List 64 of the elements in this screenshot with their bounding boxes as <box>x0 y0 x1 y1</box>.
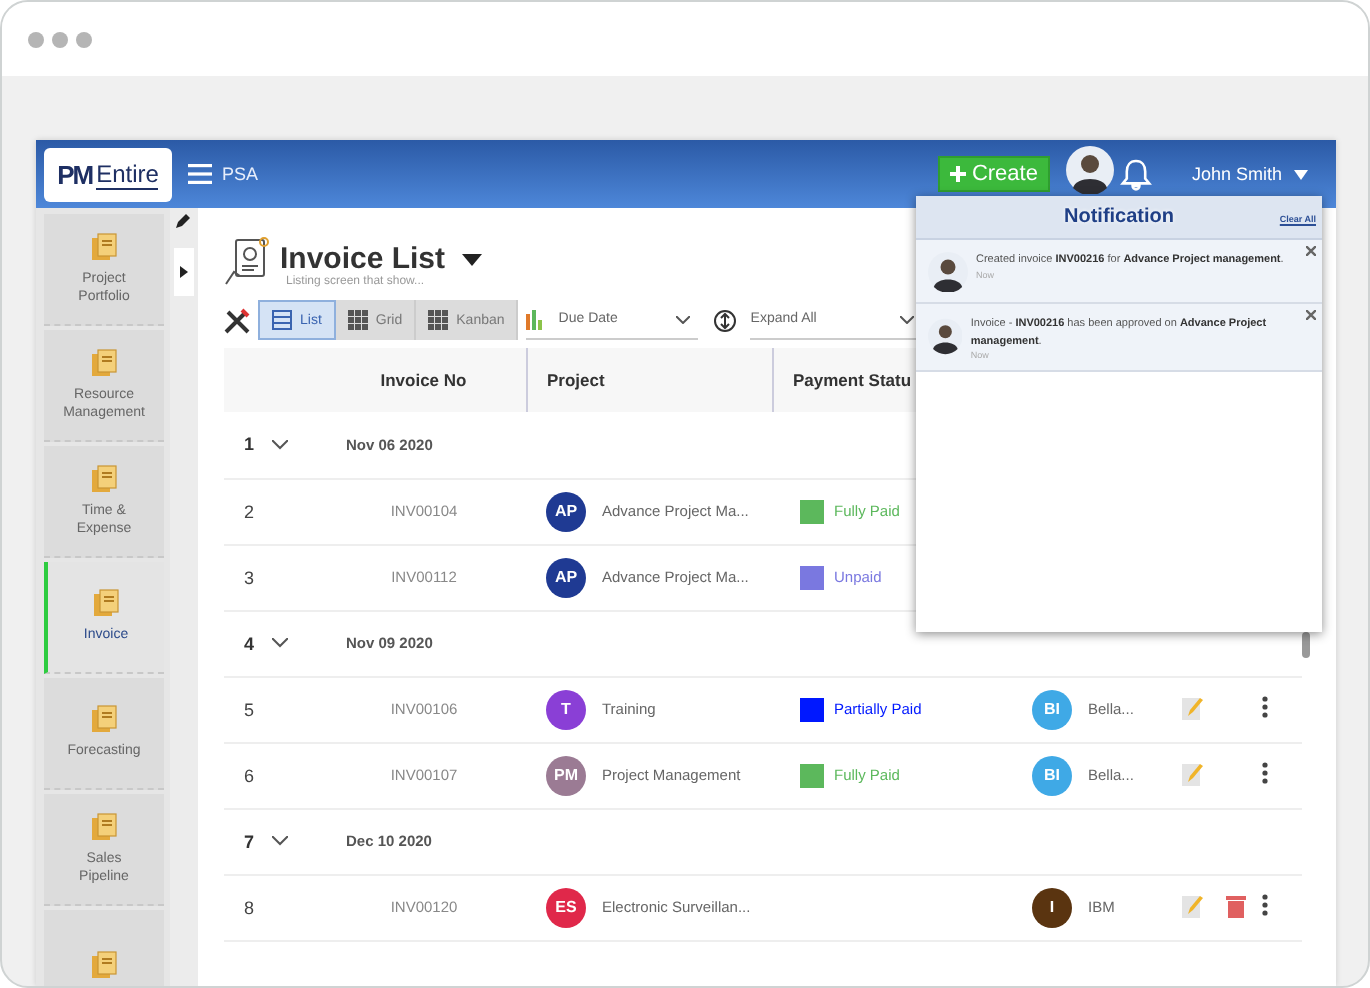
more-icon[interactable] <box>1262 696 1268 718</box>
pencil-icon[interactable] <box>176 212 192 228</box>
window-dot <box>28 31 44 47</box>
triangle-icon <box>180 266 188 278</box>
invoice-icon <box>224 236 272 288</box>
plus-icon <box>949 166 966 182</box>
initials-avatar: AP <box>546 557 586 597</box>
caret-icon <box>1294 169 1308 179</box>
more-icon[interactable] <box>1262 762 1268 784</box>
panel-title: Notification <box>1064 206 1174 228</box>
expand-handle[interactable] <box>174 248 194 296</box>
column-header[interactable]: Payment Statu <box>793 370 912 390</box>
initials-avatar: PM <box>546 755 586 795</box>
close-icon[interactable] <box>1306 246 1316 256</box>
document-icon <box>90 588 122 619</box>
grid-icon <box>347 310 368 330</box>
row-number: 4 <box>244 633 255 653</box>
initials-avatar: BI <box>1032 755 1072 795</box>
row-number: 8 <box>244 897 255 917</box>
chevron-icon[interactable] <box>272 439 288 450</box>
row-number: 1 <box>244 434 255 455</box>
list-icon <box>272 310 292 330</box>
page-title: Invoice List <box>280 242 446 276</box>
chevron-icon <box>900 315 915 323</box>
window-dot <box>52 31 68 47</box>
chevron-icon <box>676 315 691 323</box>
chevron-icon[interactable] <box>272 638 288 648</box>
column-header[interactable]: Project <box>547 370 605 390</box>
initials-avatar: I <box>1032 887 1072 927</box>
grid-icon <box>428 310 449 330</box>
initials-avatar: T <box>546 689 586 729</box>
tools-icon[interactable] <box>224 307 250 333</box>
menu-icon[interactable] <box>188 164 212 184</box>
window-dot <box>76 31 92 47</box>
delete-icon[interactable] <box>1226 893 1246 917</box>
row-number: 7 <box>244 831 255 851</box>
row-number: 5 <box>244 699 255 719</box>
app-name: PSA <box>222 164 259 184</box>
document-icon <box>88 231 120 262</box>
column-header[interactable]: Invoice No <box>380 370 467 390</box>
chevron-icon[interactable] <box>272 836 288 846</box>
document-icon <box>88 811 120 842</box>
caret-icon[interactable] <box>461 253 482 265</box>
more-icon[interactable] <box>1262 894 1268 916</box>
initials-avatar: ES <box>546 887 586 927</box>
sender-avatar <box>928 316 963 356</box>
scrollbar-thumb[interactable] <box>1302 632 1310 658</box>
document-icon <box>88 347 120 378</box>
row-number: 6 <box>244 765 255 785</box>
initials-avatar: AP <box>546 491 586 531</box>
expand-icon <box>714 309 737 331</box>
initials-avatar: BI <box>1032 689 1072 729</box>
create-button[interactable]: Create <box>937 156 1050 192</box>
sender-avatar <box>928 252 968 292</box>
document-icon <box>88 950 120 980</box>
row-number: 2 <box>244 501 255 521</box>
user-menu[interactable]: John Smith <box>1191 164 1308 184</box>
bell-icon[interactable] <box>1119 157 1152 191</box>
logo[interactable]: PM Entire <box>44 147 172 201</box>
row-number: 3 <box>244 567 255 587</box>
document-icon <box>88 704 120 735</box>
document-icon <box>88 463 120 494</box>
close-icon[interactable] <box>1306 310 1316 320</box>
bar-chart-icon <box>526 309 543 329</box>
